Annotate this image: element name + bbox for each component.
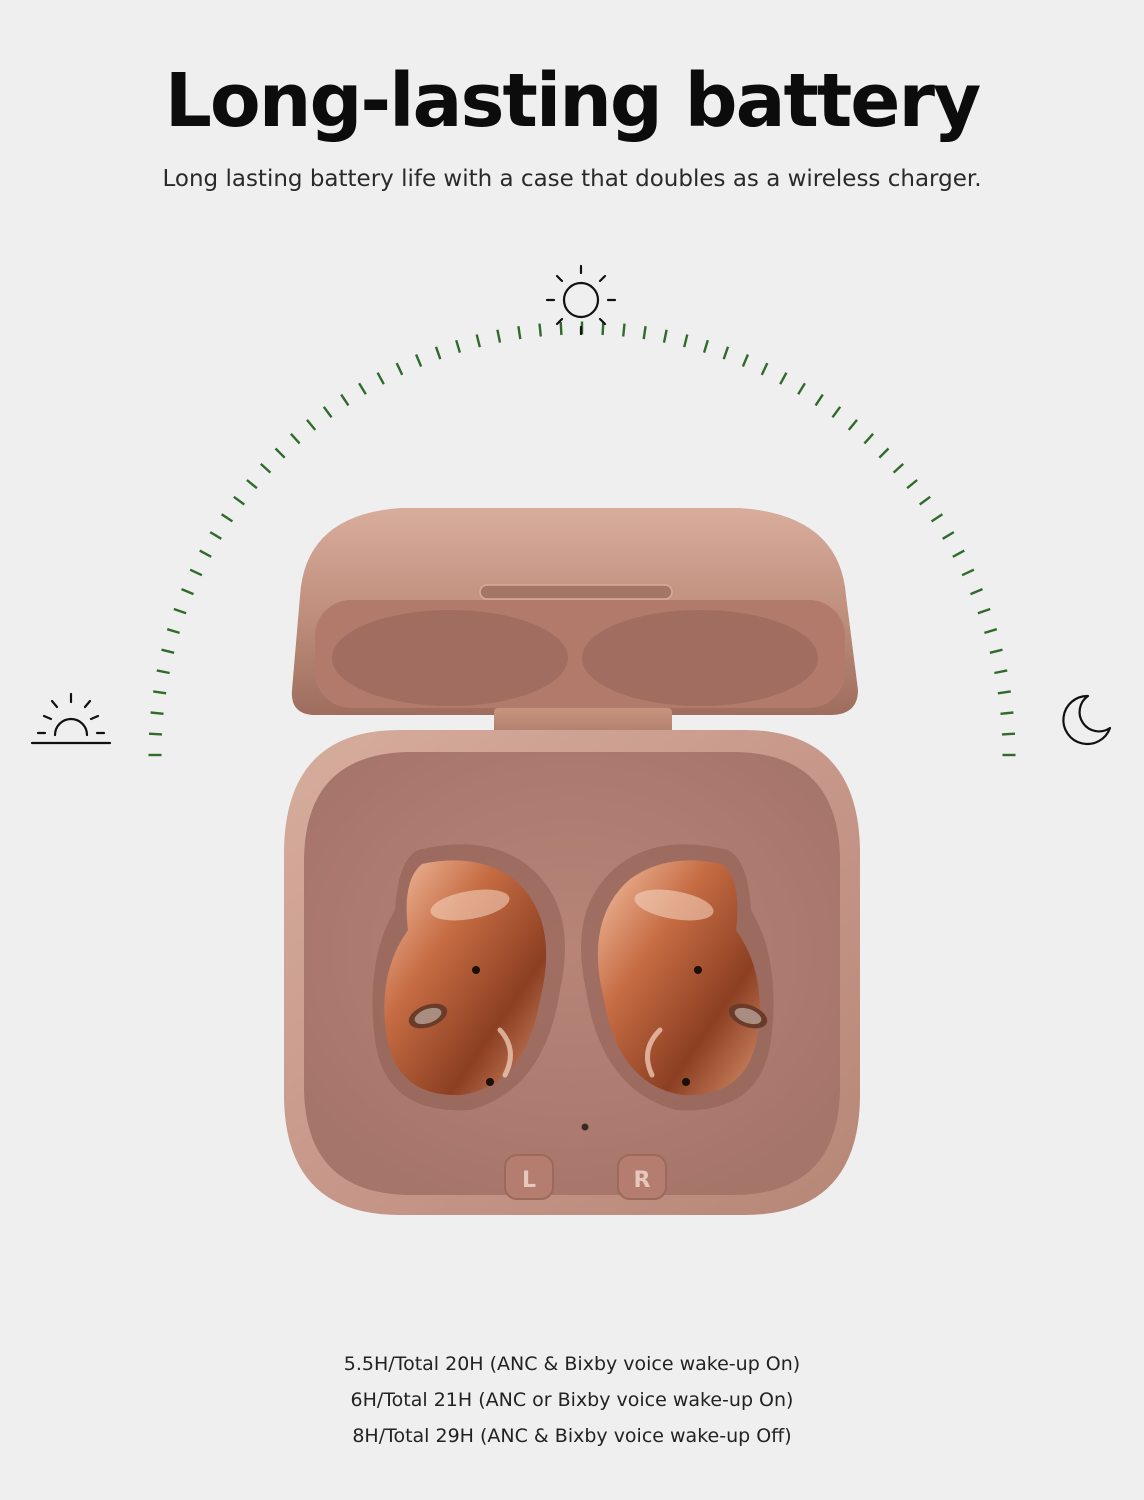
- arc-tick: [199, 549, 212, 558]
- arc-tick: [358, 382, 367, 395]
- arc-tick: [878, 447, 890, 459]
- sunrise-icon: [30, 692, 112, 745]
- arc-tick: [475, 334, 481, 348]
- arc-tick: [942, 531, 955, 540]
- battery-spec-list: 5.5H/Total 20H (ANC & Bixby voice wake-u…: [0, 1346, 1144, 1454]
- arc-tick: [930, 513, 944, 523]
- arc-tick: [161, 648, 175, 654]
- battery-spec-item: 8H/Total 29H (ANC & Bixby voice wake-up …: [352, 1425, 792, 1447]
- arc-tick: [863, 432, 874, 445]
- arc-tick: [559, 321, 563, 336]
- arc-tick: [977, 607, 991, 615]
- arc-tick: [455, 339, 462, 353]
- arc-tick: [148, 732, 163, 736]
- arc-tick: [150, 711, 164, 715]
- arc-tick: [538, 323, 542, 337]
- arc-tick: [274, 447, 286, 459]
- arc-tick: [892, 463, 905, 474]
- arc-tick: [290, 432, 301, 445]
- arc-tick: [246, 479, 258, 490]
- arc-tick: [189, 568, 203, 577]
- arc-tick: [306, 419, 317, 431]
- arc-tick: [220, 513, 234, 523]
- arc-tick: [181, 587, 194, 596]
- arc-tick: [994, 669, 1008, 675]
- arc-tick: [496, 329, 502, 343]
- arc-tick: [233, 495, 246, 506]
- moon-icon: [1062, 694, 1112, 746]
- battery-spec-item: 6H/Total 21H (ANC or Bixby voice wake-up…: [350, 1389, 794, 1411]
- arc-tick: [683, 334, 689, 348]
- arc-tick: [376, 372, 385, 385]
- arc-tick: [662, 329, 668, 343]
- arc-tick: [156, 669, 170, 675]
- arc-tick: [259, 463, 272, 474]
- charging-case: [284, 730, 860, 1215]
- arc-tick: [434, 346, 442, 360]
- arc-tick: [847, 419, 858, 431]
- arc-tick: [1000, 711, 1014, 715]
- arc-tick: [814, 393, 824, 407]
- arc-tick: [166, 628, 180, 635]
- arc-tick: [1001, 732, 1016, 736]
- arc-tick: [601, 321, 605, 336]
- arc-tick: [797, 382, 806, 395]
- arc-tick: [340, 393, 350, 407]
- arc-tick: [642, 326, 647, 340]
- arc-tick: [961, 568, 975, 577]
- arc-tick: [952, 549, 965, 558]
- arc-tick: [831, 406, 842, 419]
- battery-spec-item: 5.5H/Total 20H (ANC & Bixby voice wake-u…: [343, 1353, 801, 1375]
- arc-tick: [760, 362, 769, 376]
- arc-tick: [395, 362, 404, 376]
- right-marker: R: [617, 1154, 667, 1200]
- arc-tick: [622, 323, 626, 337]
- arc-tick: [153, 690, 167, 695]
- left-marker-label: L: [522, 1168, 536, 1193]
- arc-tick: [414, 354, 423, 367]
- product-illustration: L R: [30, 264, 1112, 1215]
- arc-tick: [209, 531, 222, 540]
- left-marker: L: [504, 1154, 554, 1200]
- arc-tick: [722, 346, 730, 360]
- arc-tick: [779, 372, 788, 385]
- arc-tick: [989, 648, 1003, 654]
- arc-tick: [918, 495, 931, 506]
- arc-tick: [702, 339, 709, 353]
- arc-tick: [997, 690, 1011, 695]
- arc-tick: [984, 628, 998, 635]
- arc-tick: [741, 354, 750, 367]
- status-led: [581, 1123, 589, 1131]
- arc-tick: [517, 326, 522, 340]
- arc-tick: [322, 406, 333, 419]
- right-marker-label: R: [634, 1168, 651, 1193]
- arc-tick: [173, 607, 187, 615]
- arc-tick: [970, 587, 983, 596]
- arc-tick: [906, 479, 918, 490]
- case-lid: [291, 508, 858, 715]
